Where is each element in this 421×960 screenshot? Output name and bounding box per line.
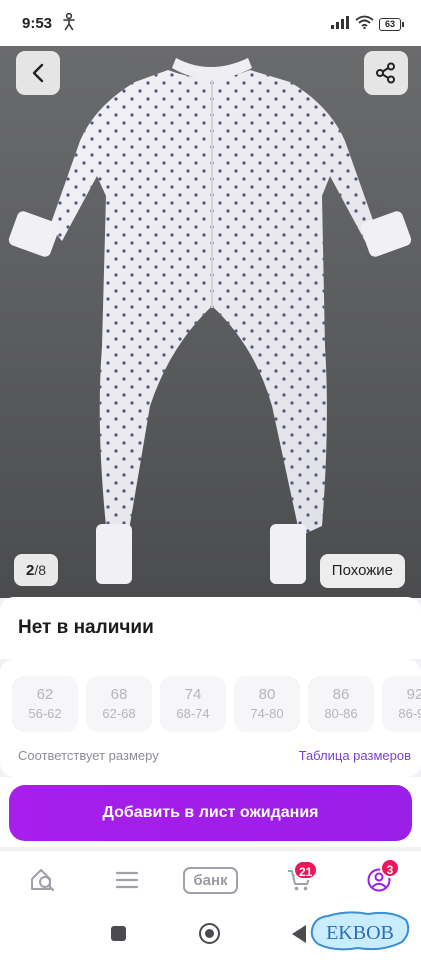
recent-apps-button[interactable]	[111, 926, 126, 941]
tab-home[interactable]	[26, 865, 60, 895]
tab-bank[interactable]: банк	[183, 867, 238, 894]
share-icon	[376, 62, 395, 84]
back-button[interactable]	[16, 51, 60, 95]
size-chip-86[interactable]: 86 80-86	[308, 676, 374, 732]
size-chip-80[interactable]: 80 74-80	[234, 676, 300, 732]
size-range: 62-68	[102, 706, 136, 721]
size-value: 68	[110, 686, 128, 703]
product-photo-gallery[interactable]: 2 / 8 Похожие	[0, 46, 421, 598]
size-selector: 62 56-62 68 62-68 74 68-74 80 74-80 86 8…	[12, 676, 421, 732]
similar-items-button[interactable]: Похожие	[319, 554, 405, 588]
signal-icon	[330, 15, 350, 34]
size-chip-62[interactable]: 62 56-62	[12, 676, 78, 732]
size-range: 80-86	[324, 706, 358, 721]
cta-container: Добавить в лист ожидания	[0, 777, 421, 847]
size-chip-68[interactable]: 68 62-68	[86, 676, 152, 732]
size-range: 68-74	[176, 706, 210, 721]
watermark-text: EKBOB	[326, 922, 394, 944]
size-range: 56-62	[28, 706, 62, 721]
stock-status-title: Нет в наличии	[18, 617, 154, 638]
profile-notification-badge: 3	[380, 858, 400, 878]
photo-counter-current: 2	[26, 562, 35, 579]
status-time: 9:53	[22, 15, 53, 32]
photo-counter-total: 8	[38, 562, 47, 578]
tab-catalog[interactable]	[110, 865, 144, 895]
home-search-icon	[31, 869, 55, 892]
size-chip-74[interactable]: 74 68-74	[160, 676, 226, 732]
bottom-tab-bar: банк 21 3	[0, 850, 421, 910]
menu-icon	[115, 871, 139, 889]
size-range: 86-92	[398, 706, 421, 721]
watermark-logo: EKBOB	[310, 911, 410, 951]
add-to-waitlist-button[interactable]: Добавить в лист ожидания	[9, 785, 412, 841]
kid-mode-icon	[62, 12, 76, 36]
share-button[interactable]	[364, 51, 408, 95]
photo-counter: 2 / 8	[14, 554, 59, 586]
status-icons: 63	[330, 15, 404, 34]
size-value: 86	[332, 686, 350, 703]
size-value: 74	[184, 686, 202, 703]
wifi-icon	[355, 15, 374, 34]
size-value: 62	[36, 686, 54, 703]
sizes-card: 62 56-62 68 62-68 74 68-74 80 74-80 86 8…	[0, 659, 421, 777]
system-back-button[interactable]	[292, 925, 306, 943]
size-range: 74-80	[250, 706, 284, 721]
size-chip-92[interactable]: 92 86-92	[382, 676, 421, 732]
size-value: 92	[406, 686, 421, 703]
status-bar: 9:53 63	[0, 0, 421, 46]
chevron-left-icon	[32, 63, 44, 83]
battery-icon: 63	[379, 17, 404, 31]
product-header: Нет в наличии	[0, 597, 421, 659]
cart-count-badge: 21	[293, 860, 319, 880]
home-button[interactable]	[199, 923, 220, 944]
size-value: 80	[258, 686, 276, 703]
size-table-link[interactable]: Таблица размеров	[299, 748, 411, 763]
product-image-sleepsuit	[8, 58, 412, 584]
size-fit-label: Соответствует размеру	[18, 748, 159, 763]
